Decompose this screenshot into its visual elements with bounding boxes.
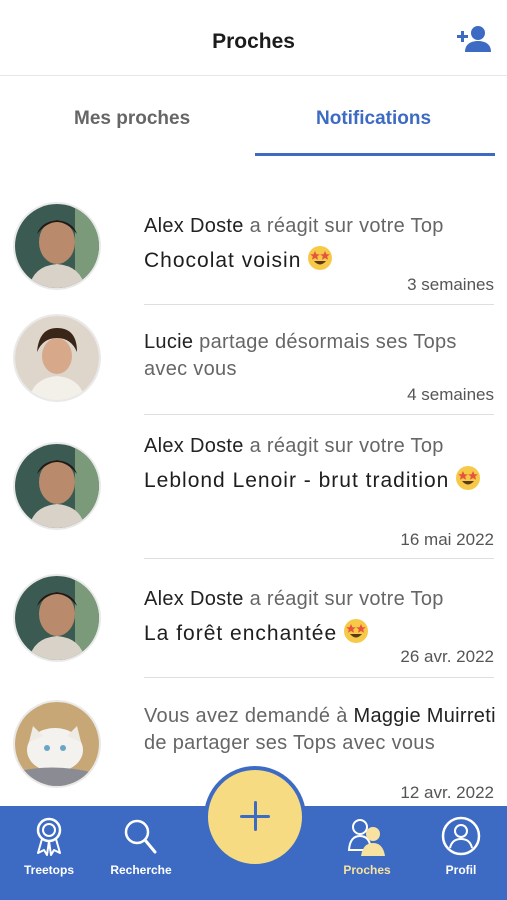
star-struck-emoji-icon: [308, 246, 333, 270]
divider: [144, 304, 494, 305]
tab-label: Treetops: [23, 863, 74, 877]
notification-item[interactable]: Alex Doste a réagit sur votre Top La for…: [0, 560, 507, 678]
avatar: [13, 202, 101, 290]
avatar: [13, 700, 101, 788]
tab-label: Proches: [343, 863, 391, 877]
tab-proches[interactable]: Proches: [322, 816, 412, 877]
notification-action: a réagit sur votre Top: [249, 215, 444, 237]
notification-list: Alex Doste a réagit sur votre Top Chocol…: [0, 158, 507, 806]
divider: [144, 414, 494, 415]
notification-action: de partager ses Tops avec vous: [144, 732, 436, 754]
notification-action: a réagit sur votre Top: [249, 588, 444, 610]
notification-name: Lucie: [144, 331, 194, 353]
tab-mes-proches[interactable]: Mes proches: [74, 108, 190, 130]
tab-recherche[interactable]: Recherche: [96, 816, 186, 877]
avatar: [13, 314, 101, 402]
avatar: [13, 442, 101, 530]
notification-name: Alex Doste: [144, 588, 244, 610]
search-icon: [124, 819, 157, 854]
friends-icon: [347, 819, 385, 856]
notification-name: Maggie Muirreti: [353, 705, 496, 727]
notification-name: Alex Doste: [144, 215, 244, 237]
add-user-icon: [457, 26, 491, 52]
notification-prefix: Vous avez demandé à: [144, 705, 348, 727]
star-struck-emoji-icon: [456, 466, 481, 490]
notification-item[interactable]: Lucie partage désormais ses Tops avec vo…: [0, 306, 507, 416]
notification-item[interactable]: Alex Doste a réagit sur votre Top Chocol…: [0, 196, 507, 306]
tab-bar: Mes proches Notifications: [0, 76, 507, 158]
top-title: Leblond Lenoir - brut tradition: [144, 464, 499, 498]
tab-label: Profil: [445, 863, 477, 877]
profile-icon: [441, 816, 481, 856]
notification-time: 16 mai 2022: [400, 530, 494, 549]
top-title: Chocolat voisin: [144, 244, 499, 278]
notification-time: 3 semaines: [407, 275, 494, 294]
active-tab-indicator: [255, 153, 495, 156]
notification-time: 4 semaines: [407, 385, 494, 404]
add-top-button[interactable]: [204, 766, 306, 868]
star-struck-emoji-icon: [344, 619, 369, 643]
notification-name: Alex Doste: [144, 435, 244, 457]
add-friend-button[interactable]: [457, 24, 491, 54]
avatar: [13, 574, 101, 662]
tab-profil[interactable]: Profil: [416, 816, 506, 877]
notification-time: 26 avr. 2022: [400, 647, 494, 666]
notification-item[interactable]: Alex Doste a réagit sur votre Top Leblon…: [0, 416, 507, 560]
award-icon: [36, 817, 62, 856]
tab-label: Recherche: [110, 863, 172, 877]
notification-time: 12 avr. 2022: [400, 783, 494, 802]
notification-action: a réagit sur votre Top: [249, 435, 444, 457]
page-title: Proches: [212, 30, 295, 53]
divider: [144, 558, 494, 559]
tab-treetops[interactable]: Treetops: [4, 816, 94, 877]
app-header: Proches: [0, 0, 507, 76]
top-title: La forêt enchantée: [144, 617, 499, 651]
tab-notifications[interactable]: Notifications: [316, 108, 431, 130]
